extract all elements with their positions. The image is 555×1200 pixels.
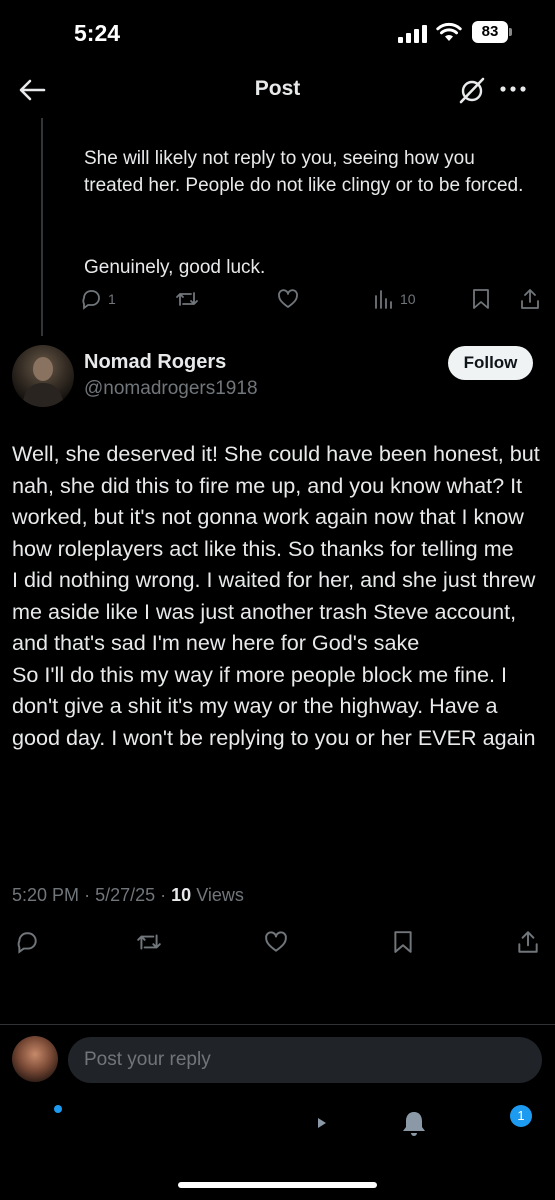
meta-separator: ·	[160, 885, 172, 905]
grok-nav-icon[interactable]	[213, 1108, 245, 1140]
share-action[interactable]	[519, 287, 541, 311]
messages-badge: 1	[510, 1105, 532, 1127]
search-icon[interactable]	[123, 1108, 153, 1138]
main-reply-action[interactable]	[15, 930, 39, 954]
bookmark-action[interactable]	[471, 288, 491, 310]
my-avatar[interactable]	[12, 1036, 58, 1082]
battery-level: 83	[472, 21, 508, 43]
reply-icon	[82, 290, 100, 310]
main-repost-action[interactable]	[136, 930, 162, 954]
author-handle[interactable]: @nomadrogers1918	[84, 378, 258, 400]
battery-cap	[509, 28, 512, 36]
repost-action[interactable]	[175, 288, 199, 310]
more-options-icon[interactable]	[496, 78, 530, 100]
wifi-icon	[436, 22, 462, 41]
status-time: 5:24	[74, 20, 121, 46]
notifications-bell-icon[interactable]	[399, 1108, 429, 1138]
post-time: 5:20 PM	[12, 885, 80, 905]
parent-post-text: She will likely not reply to you, seeing…	[84, 148, 524, 196]
bookmark-icon	[394, 931, 412, 953]
like-action[interactable]	[277, 288, 299, 310]
views-action[interactable]: 10	[374, 288, 416, 310]
main-share-action[interactable]	[516, 929, 540, 955]
video-play-icon[interactable]	[306, 1108, 336, 1138]
reply-icon	[17, 932, 37, 954]
post-text: Well, she deserved it! She could have be…	[12, 441, 540, 750]
share-icon	[521, 289, 539, 309]
cellular-signal-icon	[398, 25, 427, 43]
share-icon	[518, 931, 538, 953]
battery-indicator: 83	[472, 21, 512, 43]
main-like-action[interactable]	[264, 930, 288, 954]
heart-icon	[278, 289, 298, 308]
reply-action[interactable]: 1	[80, 288, 116, 310]
reply-divider	[0, 1024, 555, 1025]
repost-icon	[176, 292, 198, 306]
analytics-icon	[375, 290, 392, 309]
author-name[interactable]: Nomad Rogers	[84, 351, 226, 374]
home-indicator[interactable]	[178, 1182, 377, 1188]
home-notification-dot	[54, 1105, 62, 1113]
reply-count: 1	[108, 291, 116, 307]
heart-icon	[265, 931, 287, 952]
reply-input[interactable]	[68, 1037, 542, 1083]
post-date: 5/27/25	[95, 885, 156, 905]
view-count: 10	[400, 291, 416, 307]
follow-button[interactable]: Follow	[448, 346, 533, 380]
post-views-count: 10	[171, 885, 192, 905]
post-meta: 5:20 PM · 5/27/25 · 10 Views	[12, 885, 244, 906]
meta-separator: ·	[84, 885, 96, 905]
thread-connector-line	[41, 118, 43, 336]
bookmark-icon	[473, 289, 489, 309]
author-silhouette	[22, 357, 64, 407]
parent-post-text-closing: Genuinely, good luck.	[84, 257, 266, 278]
repost-icon	[137, 934, 161, 950]
author-avatar[interactable]	[12, 345, 74, 407]
main-bookmark-action[interactable]	[392, 930, 414, 954]
post-views-label[interactable]: Views	[196, 885, 244, 905]
grok-icon[interactable]	[456, 74, 488, 106]
